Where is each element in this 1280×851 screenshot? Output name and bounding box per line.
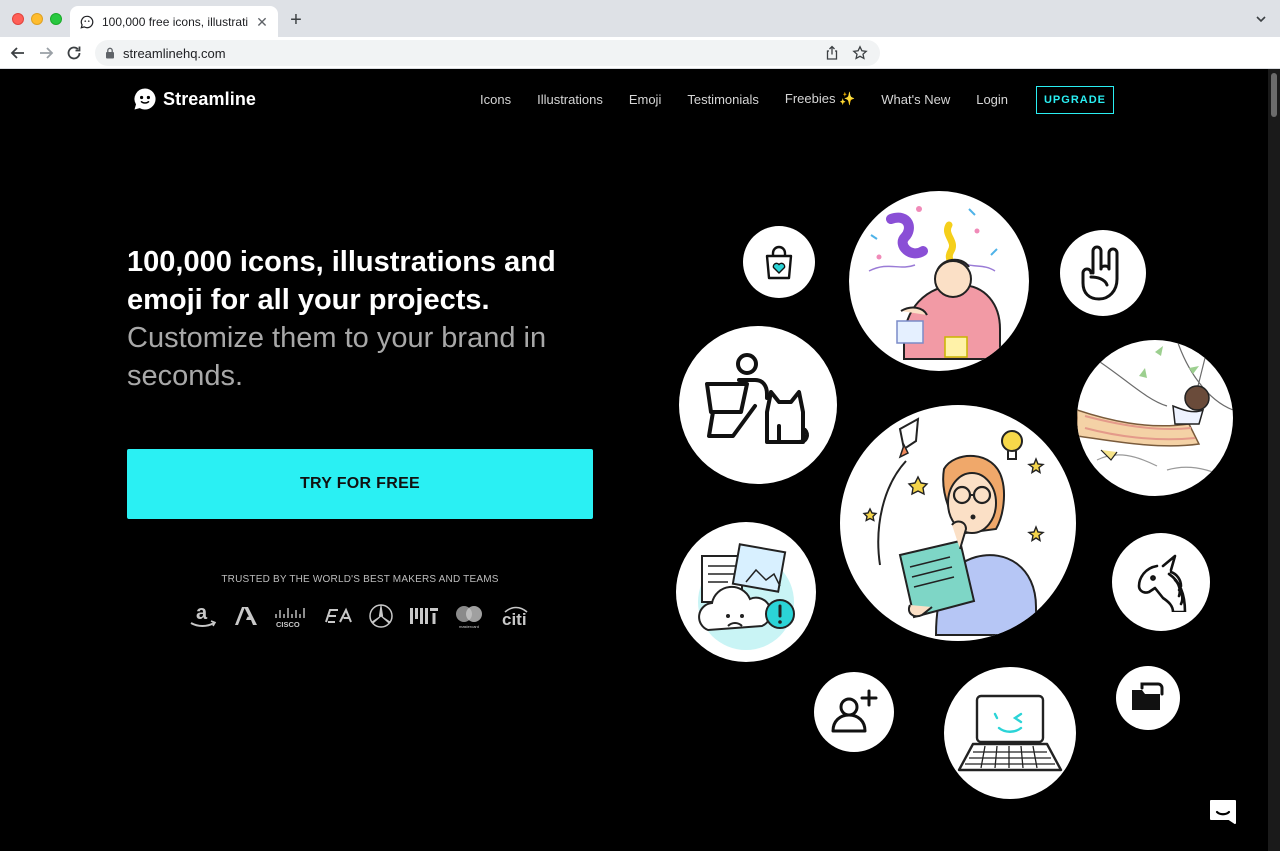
address-bar[interactable]: streamlinehq.com <box>95 40 880 66</box>
page-content: Streamline Icons Illustrations Emoji Tes… <box>0 69 1268 851</box>
nav-icons[interactable]: Icons <box>480 92 511 107</box>
nav-testimonials[interactable]: Testimonials <box>687 92 759 107</box>
lock-icon[interactable] <box>105 47 115 59</box>
browser-toolbar: streamlinehq.com <box>0 37 1280 99</box>
reload-icon[interactable] <box>64 43 84 63</box>
share-icon[interactable] <box>824 45 840 61</box>
close-window-button[interactable] <box>12 13 24 25</box>
laptop-smile-illustration <box>944 667 1076 799</box>
svg-text:a: a <box>196 602 208 624</box>
citi-logo: citi <box>500 604 532 628</box>
forward-arrow-icon[interactable] <box>36 43 56 63</box>
bookmark-star-icon[interactable] <box>852 45 868 61</box>
headline-primary: 100,000 icons, illustrations and emoji f… <box>127 246 556 316</box>
svg-text:mastercard: mastercard <box>459 624 479 629</box>
mastercard-logo: mastercard <box>453 603 485 629</box>
add-user-icon <box>814 672 894 752</box>
person-laptop-cat-icon <box>679 326 837 484</box>
nav-freebies[interactable]: Freebies ✨ <box>785 91 855 107</box>
scrollbar-thumb[interactable] <box>1271 73 1277 117</box>
logo-text: Streamline <box>163 88 257 109</box>
amazon-logo: a <box>188 602 218 630</box>
page-scrollbar[interactable] <box>1268 69 1280 851</box>
celebration-illustration <box>849 191 1029 371</box>
try-for-free-button[interactable]: TRY FOR FREE <box>127 449 593 519</box>
reading-woman-illustration <box>840 405 1076 641</box>
svg-text:citi: citi <box>502 610 527 628</box>
cisco-logo: CISCO <box>273 603 309 629</box>
mit-logo <box>409 606 439 626</box>
url-text[interactable]: streamlinehq.com <box>123 46 824 61</box>
tab-title: 100,000 free icons, illustration <box>102 14 248 29</box>
new-tab-button[interactable]: + <box>286 10 306 30</box>
main-nav: Icons Illustrations Emoji Testimonials F… <box>480 91 1034 107</box>
brand-logos: a CISCO mastercard citi <box>188 601 532 631</box>
browser-tab[interactable]: 100,000 free icons, illustration ✕ <box>70 6 278 37</box>
back-arrow-icon[interactable] <box>8 43 28 63</box>
upgrade-button[interactable]: UPGRADE <box>1036 86 1114 114</box>
nav-login[interactable]: Login <box>976 92 1008 107</box>
adobe-logo <box>233 605 259 627</box>
mercedes-logo <box>368 603 394 629</box>
hero-headline: 100,000 icons, illustrations and emoji f… <box>127 243 607 395</box>
svg-text:CISCO: CISCO <box>276 620 300 629</box>
unicorn-icon <box>1112 533 1210 631</box>
streamline-favicon-icon <box>80 15 94 29</box>
site-logo[interactable]: Streamline <box>133 87 256 111</box>
open-folder-icon <box>1116 666 1180 730</box>
tab-search-chevron-icon[interactable] <box>1254 12 1268 26</box>
ea-logo <box>324 606 354 626</box>
rock-hand-icon <box>1060 230 1146 316</box>
shopping-bag-icon <box>743 226 815 298</box>
headline-secondary: Customize them to your brand in seconds. <box>127 322 547 392</box>
cloud-documents-illustration <box>676 522 816 662</box>
hammock-illustration <box>1077 340 1233 496</box>
nav-emoji[interactable]: Emoji <box>629 92 662 107</box>
browser-tab-strip: 100,000 free icons, illustration ✕ + <box>0 0 1280 37</box>
nav-illustrations[interactable]: Illustrations <box>537 92 603 107</box>
maximize-window-button[interactable] <box>50 13 62 25</box>
trusted-by-label: TRUSTED BY THE WORLD'S BEST MAKERS AND T… <box>221 574 499 585</box>
streamline-logo-icon <box>134 88 156 110</box>
nav-whats-new[interactable]: What's New <box>881 92 950 107</box>
tab-close-icon[interactable]: ✕ <box>254 14 270 30</box>
chat-widget-button[interactable] <box>1198 789 1248 839</box>
minimize-window-button[interactable] <box>31 13 43 25</box>
